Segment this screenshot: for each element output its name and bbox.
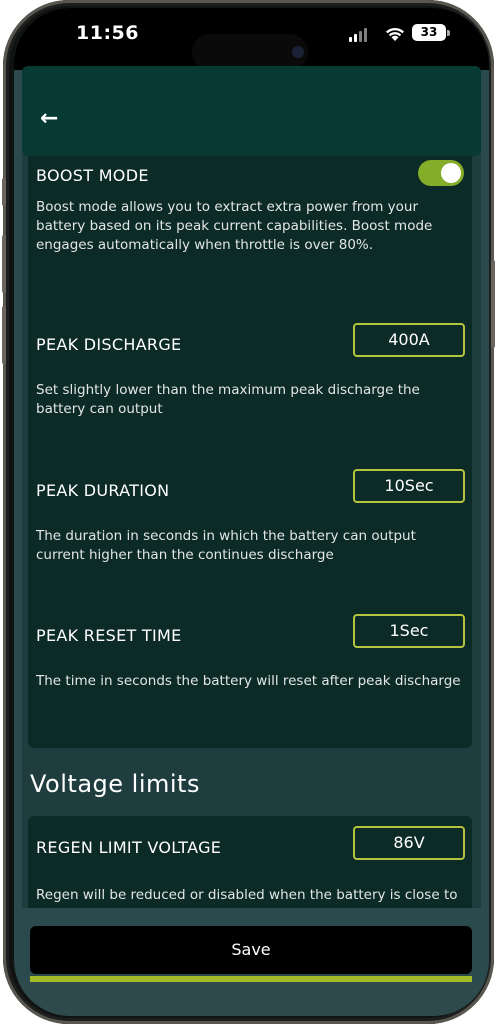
app-bar: ← (22, 66, 481, 156)
volume-down-button (2, 306, 6, 364)
regen-limit-voltage-input[interactable]: 86V (353, 826, 465, 860)
peak-reset-time-label: PEAK RESET TIME (36, 626, 182, 645)
peak-duration-input[interactable]: 10Sec (353, 469, 465, 503)
front-camera (292, 46, 304, 58)
boost-mode-description: Boost mode allows you to extract extra p… (36, 199, 433, 253)
regen-limit-voltage-description: Regen will be reduced or disabled when t… (36, 887, 458, 908)
volume-up-button (2, 235, 6, 293)
voltage-settings-card: REGEN LIMIT VOLTAGE 86V Regen will be re… (28, 816, 472, 908)
peak-discharge-label: PEAK DISCHARGE (36, 335, 182, 354)
wifi-icon (386, 27, 404, 41)
power-button (491, 260, 495, 348)
peak-reset-time-input[interactable]: 1Sec (353, 614, 465, 648)
boost-settings-card: BOOST MODE Boost mode allows you to extr… (28, 150, 472, 748)
voltage-limits-heading: Voltage limits (30, 770, 200, 798)
dynamic-island (192, 34, 308, 70)
boost-mode-toggle[interactable] (418, 160, 464, 186)
peak-duration-description: The duration in seconds in which the bat… (36, 528, 416, 563)
peak-reset-time-description: The time in seconds the battery will res… (36, 673, 461, 689)
battery-tip (447, 30, 450, 36)
mute-switch (2, 178, 6, 206)
screen: 11:56 33 BOOST MODE Boost mode allows yo… (14, 8, 489, 1016)
settings-scroll-area[interactable]: BOOST MODE Boost mode allows you to extr… (22, 70, 481, 908)
bottom-bezel-area (14, 982, 489, 1016)
boost-mode-title: BOOST MODE (36, 166, 149, 185)
status-bar: 11:56 33 (14, 8, 489, 70)
cellular-signal-icon (349, 28, 367, 42)
status-time: 11:56 (76, 22, 139, 44)
peak-discharge-description: Set slightly lower than the maximum peak… (36, 382, 420, 417)
peak-discharge-input[interactable]: 400A (353, 323, 465, 357)
regen-limit-voltage-label: REGEN LIMIT VOLTAGE (36, 838, 222, 857)
peak-duration-label: PEAK DURATION (36, 481, 170, 500)
back-arrow-icon[interactable]: ← (40, 106, 58, 131)
toggle-knob (441, 163, 461, 183)
battery-icon: 33 (412, 24, 446, 41)
phone-frame: 11:56 33 BOOST MODE Boost mode allows yo… (2, 0, 495, 1024)
save-button[interactable]: Save (30, 926, 472, 974)
